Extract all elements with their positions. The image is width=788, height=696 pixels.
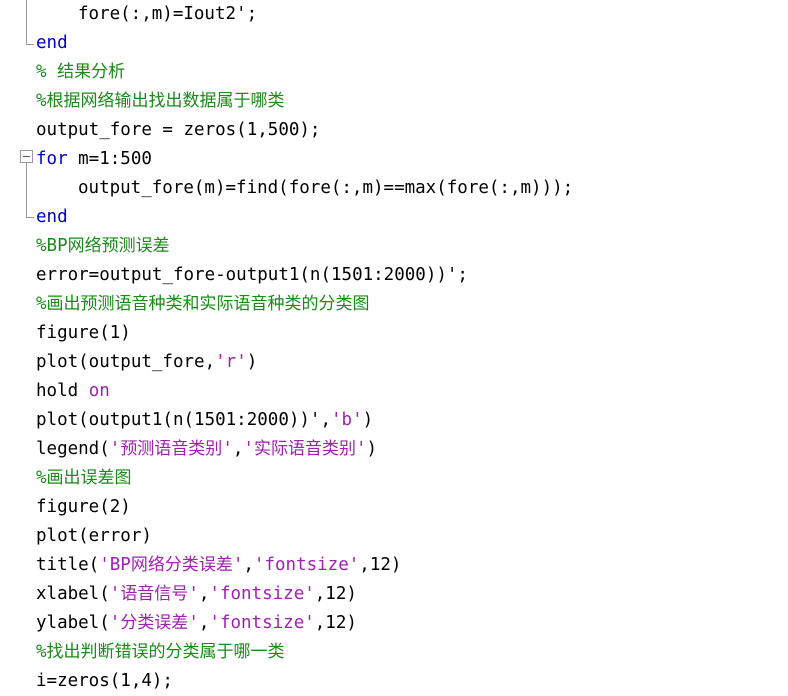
code-token-plain: ,: [232, 439, 244, 459]
code-token-plain: xlabel(: [36, 584, 110, 604]
code-token-string: 'fontsize': [209, 613, 315, 633]
code-line[interactable]: %画出误差图: [0, 464, 132, 493]
code-line[interactable]: %找出判断错误的分类属于哪一类: [0, 638, 285, 667]
code-token-plain: figure(1): [36, 323, 131, 343]
code-token-plain: i=zeros(1,4);: [36, 671, 173, 691]
code-token-string: ': [222, 439, 233, 459]
code-token-plain: ,: [198, 613, 210, 633]
code-token-plain: ;: [246, 4, 258, 24]
code-line[interactable]: plot(output1(n(1501:2000))','b'): [0, 406, 373, 435]
code-token-keyword: end: [36, 207, 68, 227]
code-line[interactable]: %根据网络输出找出数据属于哪类: [0, 87, 285, 116]
code-token-keyword: for: [36, 149, 68, 169]
code-text-area[interactable]: fore(:,m)=Iout2'; end% 结果分析 %根据网络输出找出数据属于哪…: [0, 0, 788, 694]
code-line[interactable]: legend('预测语音类别','实际语音类别'): [0, 435, 377, 464]
code-line[interactable]: fore(:,m)=Iout2';: [0, 0, 257, 29]
code-token-string: on: [88, 381, 110, 401]
code-token-comment: 画出误差图: [46, 468, 132, 488]
code-token-comment: %: [36, 91, 47, 111]
code-token-string: 'b': [331, 410, 363, 430]
code-line[interactable]: output_fore(m)=find(fore(:,m)==max(fore(…: [0, 174, 573, 203]
code-token-string: ': [109, 613, 121, 633]
code-token-plain: ): [246, 352, 258, 372]
code-token-plain: ,: [243, 555, 254, 575]
code-line[interactable]: ylabel('分类误差','fontsize',12): [0, 609, 357, 638]
code-token-plain: ,: [198, 584, 210, 604]
code-token-string: 'BP: [99, 555, 131, 575]
code-token-string: 'r': [215, 352, 247, 372]
code-token-string: ': [355, 439, 367, 459]
code-line[interactable]: output_fore = zeros(1,500);: [0, 116, 320, 145]
code-token-plain: error=output_fore-output1(n(1501:2000))'…: [36, 265, 468, 285]
code-line[interactable]: end: [0, 203, 68, 232]
code-line[interactable]: plot(error): [0, 522, 152, 551]
code-token-plain: fore(:,m)=Iout2: [78, 4, 237, 24]
code-token-comment: 根据网络输出找出数据属于哪类: [46, 91, 285, 111]
code-line[interactable]: xlabel('语音信号','fontsize',12): [0, 580, 357, 609]
code-line[interactable]: error=output_fore-output1(n(1501:2000))'…: [0, 261, 468, 290]
code-token-string: 预测语音类别: [120, 439, 223, 459]
code-token-string: 'fontsize': [209, 584, 315, 604]
code-line[interactable]: i=zeros(1,4);: [0, 667, 173, 696]
code-line[interactable]: %BP网络预测误差: [0, 232, 170, 261]
code-line[interactable]: plot(output_fore,'r'): [0, 348, 257, 377]
code-token-plain: ': [236, 4, 247, 24]
code-line[interactable]: figure(2): [0, 493, 131, 522]
code-token-plain: ): [366, 439, 378, 459]
code-line[interactable]: for m=1:500: [0, 145, 152, 174]
code-token-plain: output_fore(m)=find(fore(:,m)==max(fore(…: [78, 178, 574, 198]
code-token-comment: %: [36, 468, 47, 488]
code-token-plain: ylabel(: [36, 613, 110, 633]
code-token-plain: ,12): [314, 584, 357, 604]
code-token-string: 分类误差: [120, 613, 189, 633]
code-token-string: ': [188, 613, 199, 633]
code-token-plain: plot(output1(n(1501:2000))',: [36, 410, 332, 430]
code-token-comment: 结果分析: [57, 62, 126, 82]
code-token-comment: 找出判断错误的分类属于哪一类: [46, 642, 285, 662]
code-line[interactable]: title('BP网络分类误差','fontsize',12): [0, 551, 401, 580]
code-token-plain: output_fore = zeros(1,500);: [36, 120, 321, 140]
code-token-string: ': [188, 584, 199, 604]
code-line[interactable]: %画出预测语音种类和实际语音种类的分类图: [0, 290, 370, 319]
code-token-plain: ): [362, 410, 374, 430]
code-line[interactable]: % 结果分析: [0, 58, 125, 87]
code-token-string: 实际语音类别: [253, 439, 356, 459]
code-token-comment: 网络预测误差: [67, 236, 170, 256]
code-token-comment: %: [36, 294, 47, 314]
code-line[interactable]: end: [0, 29, 68, 58]
code-token-string: ': [109, 584, 121, 604]
code-editor-pane[interactable]: fore(:,m)=Iout2'; end% 结果分析 %根据网络输出找出数据属于哪…: [0, 0, 788, 694]
code-line[interactable]: figure(1): [0, 319, 131, 348]
code-token-string: 'fontsize': [253, 555, 360, 575]
code-token-comment: %: [36, 62, 58, 82]
code-token-plain: plot(output_fore,: [36, 352, 216, 372]
code-token-comment: %: [36, 642, 47, 662]
code-token-plain: legend(: [36, 439, 110, 459]
code-token-comment: 画出预测语音种类和实际语音种类的分类图: [46, 294, 370, 314]
code-token-string: 网络分类误差: [130, 555, 233, 575]
code-token-plain: plot(error): [36, 526, 152, 546]
code-token-plain: ,12): [314, 613, 357, 633]
code-token-comment: %BP: [36, 236, 68, 256]
code-token-string: ': [109, 439, 121, 459]
code-token-plain: figure(2): [36, 497, 131, 517]
code-token-string: ': [243, 439, 254, 459]
code-line[interactable]: hold on: [0, 377, 110, 406]
code-token-string: ': [232, 555, 244, 575]
code-token-plain: title(: [36, 555, 100, 575]
code-token-plain: m=1:500: [67, 149, 152, 169]
code-token-plain: ,12): [359, 555, 402, 575]
code-token-keyword: end: [36, 33, 68, 53]
code-token-string: 语音信号: [120, 584, 189, 604]
code-token-plain: hold: [36, 381, 89, 401]
